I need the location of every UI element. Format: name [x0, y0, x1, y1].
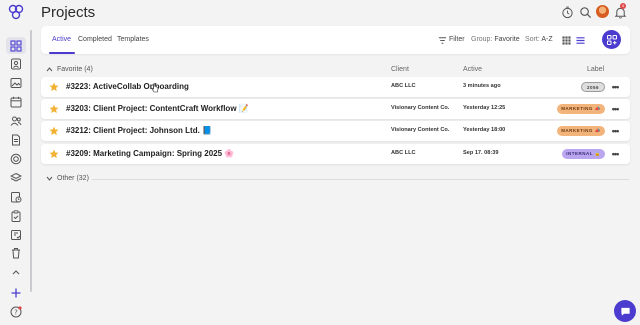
notification-badge: 4	[620, 3, 626, 9]
tab-templates[interactable]: Templates	[117, 36, 149, 43]
project-last-active: Yesterday 12:25	[463, 105, 506, 111]
project-name[interactable]: #3203: Client Project: ContentCraft Work…	[66, 104, 249, 113]
people-icon[interactable]	[9, 114, 23, 128]
timesheet-icon[interactable]	[9, 190, 23, 204]
layers-icon[interactable]	[9, 171, 23, 185]
group-prefix: Group:	[471, 36, 493, 43]
more-options-icon[interactable]: •••	[610, 126, 620, 136]
timer-icon[interactable]	[560, 5, 574, 19]
mouse-cursor-icon	[151, 83, 159, 93]
group-favorite-title: Favorite (4)	[57, 66, 93, 73]
project-client: Visionary Content Co.	[391, 127, 450, 133]
project-client: ABC LLC	[391, 150, 416, 156]
project-label-badge[interactable]: INTERNAL 🔒	[562, 149, 605, 159]
sort-prefix: Sort:	[525, 36, 540, 43]
group-divider	[92, 179, 629, 180]
active-tab-indicator	[49, 52, 75, 54]
avatar[interactable]	[596, 5, 609, 18]
project-name[interactable]: #3209: Marketing Campaign: Spring 2025 🌸	[66, 149, 234, 158]
logo-icon[interactable]	[8, 4, 24, 20]
project-label-badge[interactable]: MARKETING 📣	[557, 104, 605, 114]
invoice-icon[interactable]	[9, 228, 23, 242]
page-title: Projects	[41, 4, 96, 21]
group-other-title: Other (32)	[57, 175, 89, 182]
filter-icon[interactable]	[437, 35, 447, 45]
group-value: Favorite	[494, 36, 520, 43]
project-toolbar: Active Completed Templates Filter Group:…	[41, 26, 630, 54]
sort-value: A-Z	[541, 36, 553, 43]
sort-control[interactable]: Sort: A-Z	[525, 36, 553, 43]
sidebar	[0, 0, 32, 325]
add-grid-icon	[606, 34, 617, 45]
filter-button[interactable]: Filter	[449, 36, 465, 43]
grid-icon[interactable]	[6, 37, 26, 54]
star-icon[interactable]	[49, 149, 59, 159]
project-client: Visionary Content Co.	[391, 105, 450, 111]
chat-support-button[interactable]	[614, 300, 636, 322]
more-options-icon[interactable]: •••	[610, 82, 620, 92]
sidebar-scrollbar[interactable]	[30, 30, 32, 292]
image-icon[interactable]	[9, 76, 23, 90]
trash-icon[interactable]	[9, 246, 23, 260]
chat-icon	[620, 307, 630, 316]
contacts-icon[interactable]	[9, 57, 23, 71]
add-project-button[interactable]	[602, 30, 621, 49]
tab-active[interactable]: Active	[52, 36, 71, 43]
project-row[interactable]: #3212: Client Project: Johnson Ltd. 📘 Vi…	[41, 121, 630, 141]
calendar-icon[interactable]	[9, 95, 23, 109]
project-row[interactable]: #3203: Client Project: ContentCraft Work…	[41, 99, 630, 119]
clipboard-icon[interactable]	[9, 209, 23, 223]
star-icon[interactable]	[49, 82, 59, 92]
project-last-active: Yesterday 18:00	[463, 127, 506, 133]
project-name[interactable]: #3223: ActiveCollab Onboarding	[66, 82, 189, 91]
grid-view-icon[interactable]	[561, 35, 571, 45]
chevron-down-icon	[46, 176, 53, 181]
chevron-up-icon	[46, 67, 53, 72]
star-icon[interactable]	[49, 126, 59, 136]
column-header-client[interactable]: Client	[391, 66, 409, 73]
group-by-control[interactable]: Group: Favorite	[471, 36, 520, 43]
search-icon[interactable]	[578, 5, 592, 19]
more-options-icon[interactable]: •••	[610, 149, 620, 159]
collapse-icon[interactable]	[9, 265, 23, 279]
tab-completed[interactable]: Completed	[78, 36, 112, 43]
project-name[interactable]: #3212: Client Project: Johnson Ltd. 📘	[66, 126, 212, 135]
project-label-badge[interactable]: 2056	[581, 82, 605, 92]
project-label-badge[interactable]: MARKETING 📣	[557, 126, 605, 136]
more-options-icon[interactable]: •••	[610, 104, 620, 114]
column-header-active[interactable]: Active	[463, 66, 482, 73]
star-icon[interactable]	[49, 104, 59, 114]
plus-icon[interactable]	[9, 286, 23, 300]
project-row[interactable]: #3209: Marketing Campaign: Spring 2025 🌸…	[41, 144, 630, 164]
svg-text:?: ?	[14, 308, 18, 316]
project-last-active: 3 minutes ago	[463, 83, 501, 89]
help-icon[interactable]: ?	[10, 306, 22, 318]
group-favorite-header[interactable]: Favorite (4)	[46, 66, 93, 73]
target-icon[interactable]	[9, 152, 23, 166]
list-view-icon[interactable]	[575, 35, 585, 45]
document-icon[interactable]	[9, 133, 23, 147]
project-client: ABC LLC	[391, 83, 416, 89]
group-other-header[interactable]: Other (32)	[46, 175, 89, 182]
project-last-active: Sep 17. 08:39	[463, 150, 499, 156]
project-row[interactable]: #3223: ActiveCollab Onboarding ABC LLC 3…	[41, 77, 630, 97]
column-header-label[interactable]: Label	[587, 66, 604, 73]
